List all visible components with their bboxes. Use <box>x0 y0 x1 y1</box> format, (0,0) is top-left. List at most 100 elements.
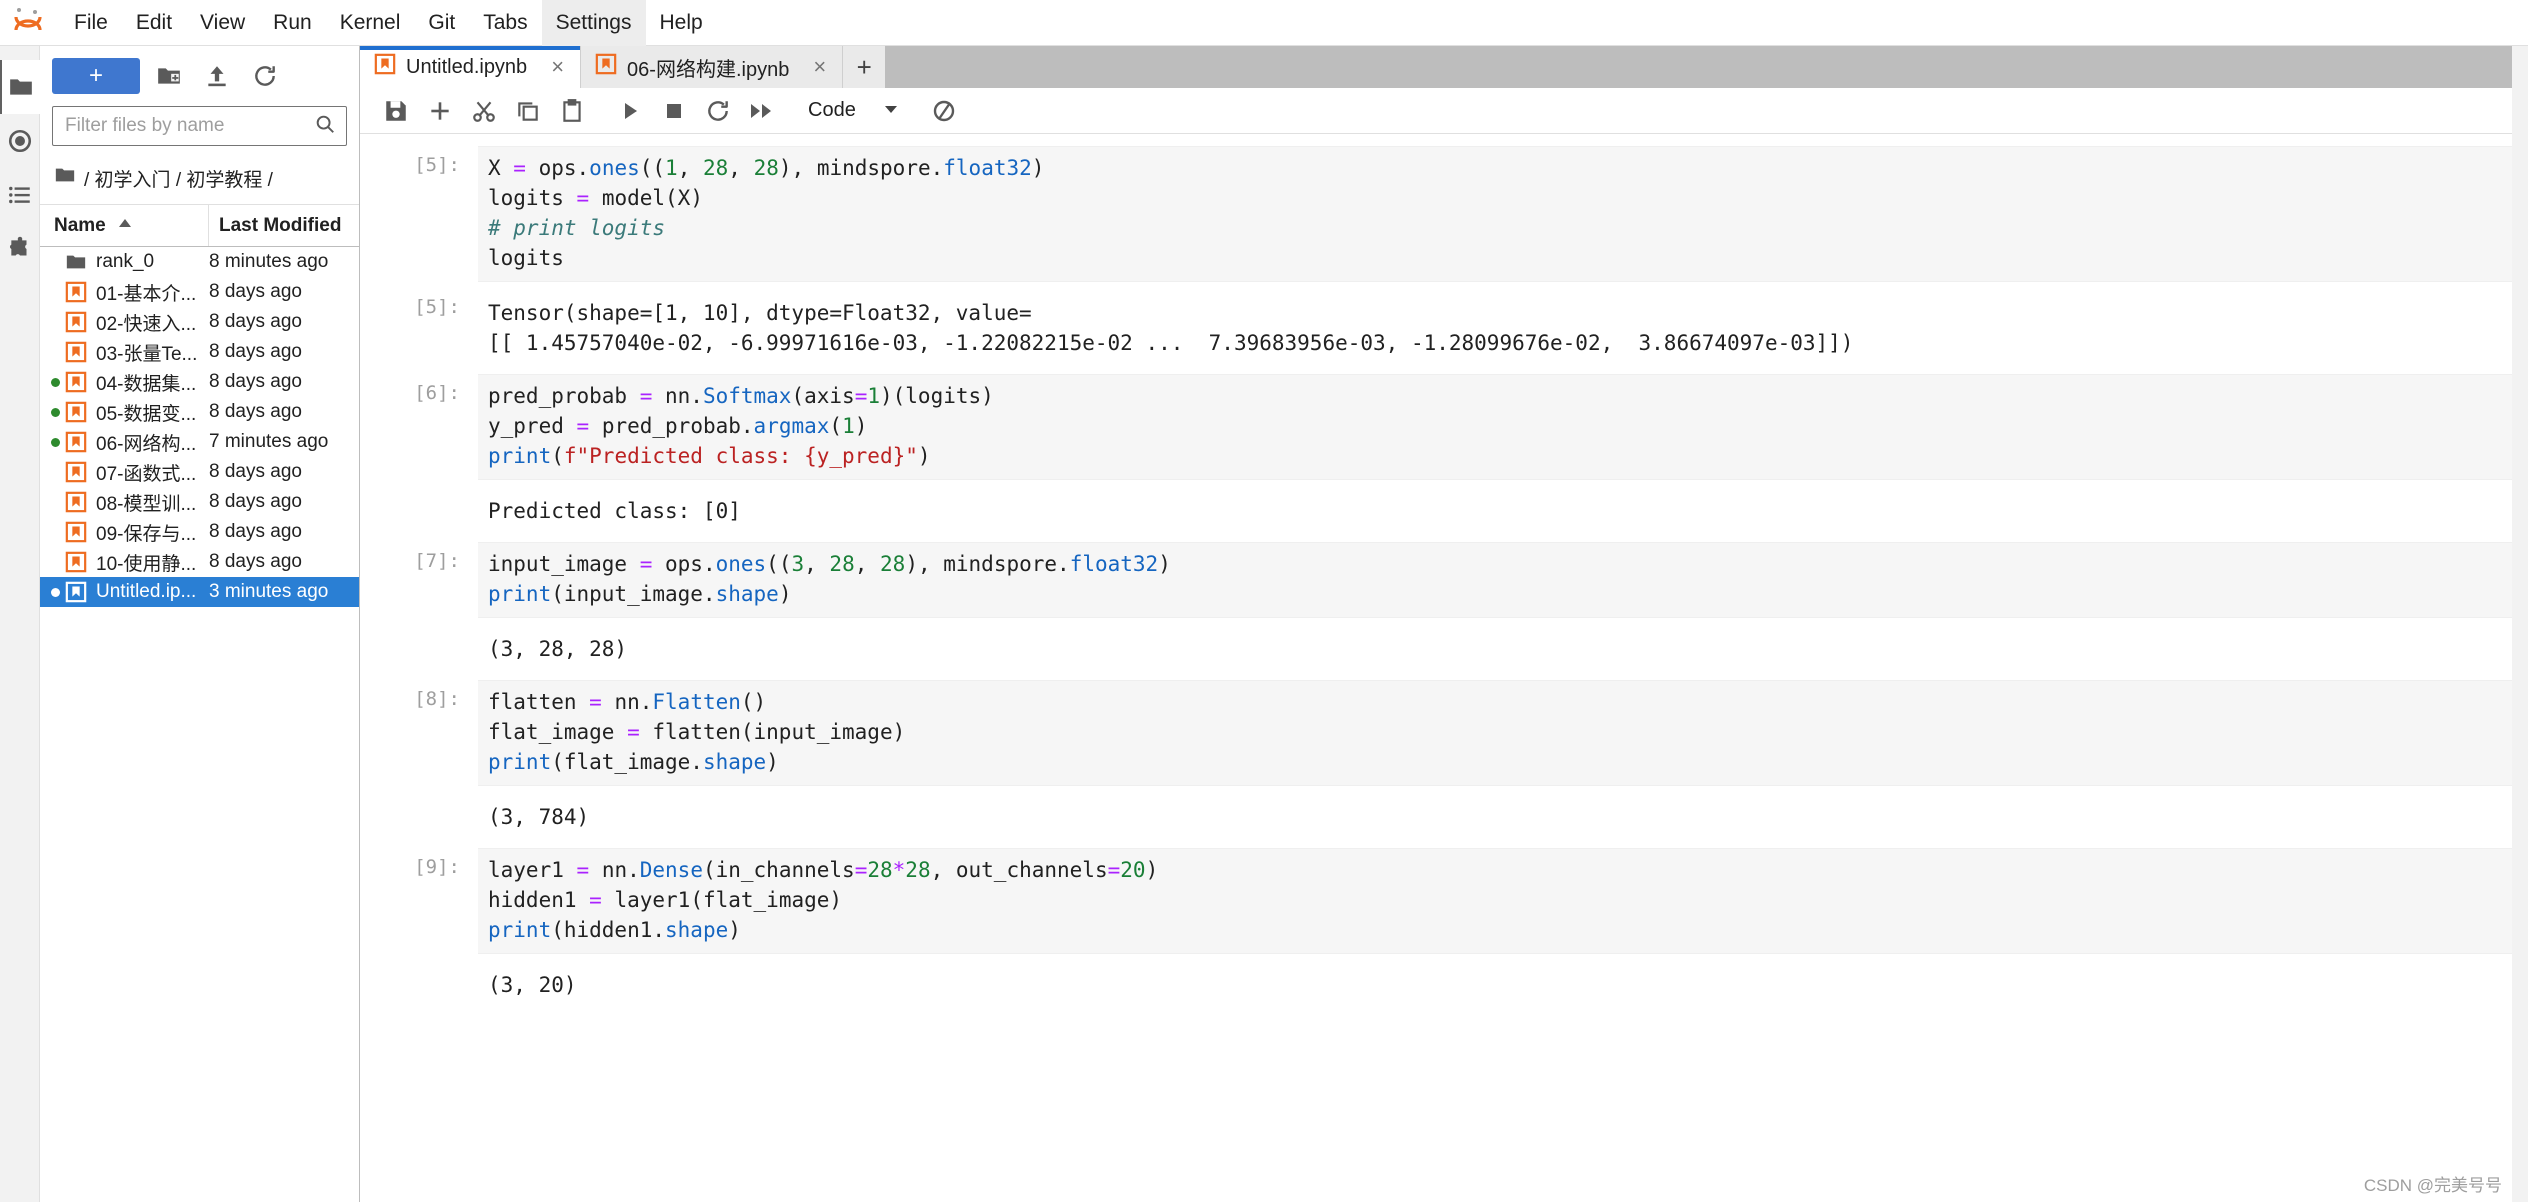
file-last-modified: 8 days ago <box>209 371 302 392</box>
play-icon[interactable] <box>610 91 650 131</box>
menu-run[interactable]: Run <box>259 0 326 46</box>
menu-file[interactable]: File <box>60 0 122 46</box>
notebook-code-cell[interactable]: [9]: layer1 = nn.Dense(in_channels=28*28,… <box>360 848 2512 954</box>
cell-body: X = ops.ones((1, 28, 28), mindspore.floa… <box>478 146 2512 282</box>
notebook-output-cell[interactable]: Predicted class: [0] <box>360 486 2512 536</box>
file-list-item[interactable]: Untitled.ip... 3 minutes ago <box>40 577 359 607</box>
menu-view[interactable]: View <box>186 0 259 46</box>
notebook-code-cell[interactable]: [6]: pred_probab = nn.Softmax(axis=1)(log… <box>360 374 2512 480</box>
stop-icon[interactable] <box>654 91 694 131</box>
restart-icon[interactable] <box>698 91 738 131</box>
chevron-down-icon[interactable] <box>882 99 900 122</box>
save-icon[interactable] <box>376 91 416 131</box>
file-last-modified: 8 days ago <box>209 551 302 572</box>
new-launcher-button[interactable]: + <box>52 58 140 94</box>
cell-prompt: [9]: <box>414 856 460 878</box>
close-icon[interactable]: × <box>813 56 826 78</box>
notebook-icon <box>62 491 90 513</box>
clipboard-icon[interactable] <box>552 91 592 131</box>
file-list-item[interactable]: rank_0 8 minutes ago <box>40 247 359 277</box>
notebook-code-cell[interactable]: [5]: X = ops.ones((1, 28, 28), mindspore.… <box>360 146 2512 282</box>
cell-source[interactable]: flatten = nn.Flatten() flat_image = flat… <box>478 680 2512 786</box>
cell-output-text: Tensor(shape=[1, 10], dtype=Float32, val… <box>488 301 1854 355</box>
notebook-output-cell[interactable]: (3, 784) <box>360 792 2512 842</box>
notebook-output-cell[interactable]: (3, 28, 28) <box>360 624 2512 674</box>
file-last-modified: 8 days ago <box>209 491 302 512</box>
cell-prompt <box>360 624 478 674</box>
file-last-modified: 8 days ago <box>209 461 302 482</box>
cell-source[interactable]: X = ops.ones((1, 28, 28), mindspore.floa… <box>478 146 2512 282</box>
tab-label: 06-网络构建.ipynb <box>627 58 790 81</box>
column-header-name[interactable]: Name <box>40 205 209 246</box>
breadcrumb[interactable]: / 初学入门 / 初学教程 / <box>40 156 359 205</box>
column-header-last-modified[interactable]: Last Modified <box>209 205 359 246</box>
notebook-content[interactable]: [5]: X = ops.ones((1, 28, 28), mindspore.… <box>360 134 2512 1202</box>
file-name: 08-模型训... <box>96 493 197 515</box>
kernel-busy-icon[interactable] <box>924 91 964 131</box>
cell-prompt: [5]: <box>414 154 460 176</box>
file-list-item[interactable]: 02-快速入... 8 days ago <box>40 307 359 337</box>
cell-source[interactable]: pred_probab = nn.Softmax(axis=1)(logits)… <box>478 374 2512 480</box>
cell-type-select[interactable]: Code <box>798 94 908 128</box>
search-icon[interactable] <box>314 113 336 140</box>
sidebar-item-file-browser[interactable] <box>0 60 40 114</box>
plus-icon[interactable] <box>420 91 460 131</box>
cell-output-text: Predicted class: [0] <box>488 499 741 523</box>
kernel-running-indicator <box>48 407 62 417</box>
file-list-item[interactable]: 10-使用静... 8 days ago <box>40 547 359 577</box>
file-list-item[interactable]: 05-数据变... 8 days ago <box>40 397 359 427</box>
cell-source[interactable]: layer1 = nn.Dense(in_channels=28*28, out… <box>478 848 2512 954</box>
file-list-item[interactable]: 04-数据集... 8 days ago <box>40 367 359 397</box>
close-icon[interactable]: × <box>551 56 564 78</box>
cell-output-text: (3, 20) <box>488 973 577 997</box>
notebook-output-cell[interactable]: (3, 20) <box>360 960 2512 1010</box>
notebook-code-cell[interactable]: [7]: input_image = ops.ones((3, 28, 28), … <box>360 542 2512 618</box>
sort-ascending-icon[interactable] <box>116 215 134 237</box>
menu-kernel[interactable]: Kernel <box>326 0 415 46</box>
file-list-item[interactable]: 09-保存与... 8 days ago <box>40 517 359 547</box>
menu-edit[interactable]: Edit <box>122 0 186 46</box>
activity-bar <box>0 46 40 1202</box>
sidebar-item-extension-manager[interactable] <box>0 222 40 276</box>
cell-prompt: [8]: <box>414 688 460 710</box>
menu-help[interactable]: Help <box>646 0 717 46</box>
menu-git[interactable]: Git <box>414 0 469 46</box>
upload-icon[interactable] <box>198 58 236 94</box>
notebook-icon <box>62 341 90 363</box>
file-list-item[interactable]: 07-函数式... 8 days ago <box>40 457 359 487</box>
file-list-item[interactable]: 01-基本介... 8 days ago <box>40 277 359 307</box>
file-last-modified: 8 days ago <box>209 341 302 362</box>
file-name: 02-快速入... <box>96 313 197 335</box>
file-name: 10-使用静... <box>96 553 197 575</box>
cell-prompt: [6]: <box>414 382 460 404</box>
notebook-code-cell[interactable]: [8]: flatten = nn.Flatten() flat_image = … <box>360 680 2512 786</box>
scissors-icon[interactable] <box>464 91 504 131</box>
refresh-icon[interactable] <box>246 58 284 94</box>
file-list-item[interactable]: 06-网络构... 7 minutes ago <box>40 427 359 457</box>
cell-prompt <box>360 792 478 842</box>
new-tab-button[interactable]: + <box>843 46 886 88</box>
tab-06-wangluo-goujian-ipynb[interactable]: 06-网络构建.ipynb × <box>581 46 844 88</box>
notebook-output-cell[interactable]: [5]: Tensor(shape=[1, 10], dtype=Float32,… <box>360 288 2512 368</box>
file-list-item[interactable]: 08-模型训... 8 days ago <box>40 487 359 517</box>
copy-icon[interactable] <box>508 91 548 131</box>
menu-tabs[interactable]: Tabs <box>469 0 541 46</box>
sidebar-item-running-terminals[interactable] <box>0 114 40 168</box>
tab-untitled-ipynb[interactable]: Untitled.ipynb × <box>360 46 582 88</box>
cell-prompt: [7]: <box>414 550 460 572</box>
notebook-icon <box>62 551 90 573</box>
notebook-scrollbar[interactable] <box>2512 46 2528 1202</box>
new-folder-icon[interactable] <box>150 58 188 94</box>
sidebar-item-table-of-contents[interactable] <box>0 168 40 222</box>
file-list-item[interactable]: 03-张量Te... 8 days ago <box>40 337 359 367</box>
file-list-header: Name Last Modified <box>40 205 359 247</box>
search-input[interactable] <box>63 114 314 138</box>
cell-body: (3, 28, 28) <box>478 624 2512 674</box>
tab-label: Untitled.ipynb <box>406 55 528 78</box>
cell-source[interactable]: input_image = ops.ones((3, 28, 28), mind… <box>478 542 2512 618</box>
menu-settings[interactable]: Settings <box>541 0 646 46</box>
fast-forward-icon[interactable] <box>742 91 782 131</box>
file-filter-box[interactable] <box>52 106 347 146</box>
notebook-icon <box>62 431 90 453</box>
jupyter-logo-icon <box>8 3 48 43</box>
